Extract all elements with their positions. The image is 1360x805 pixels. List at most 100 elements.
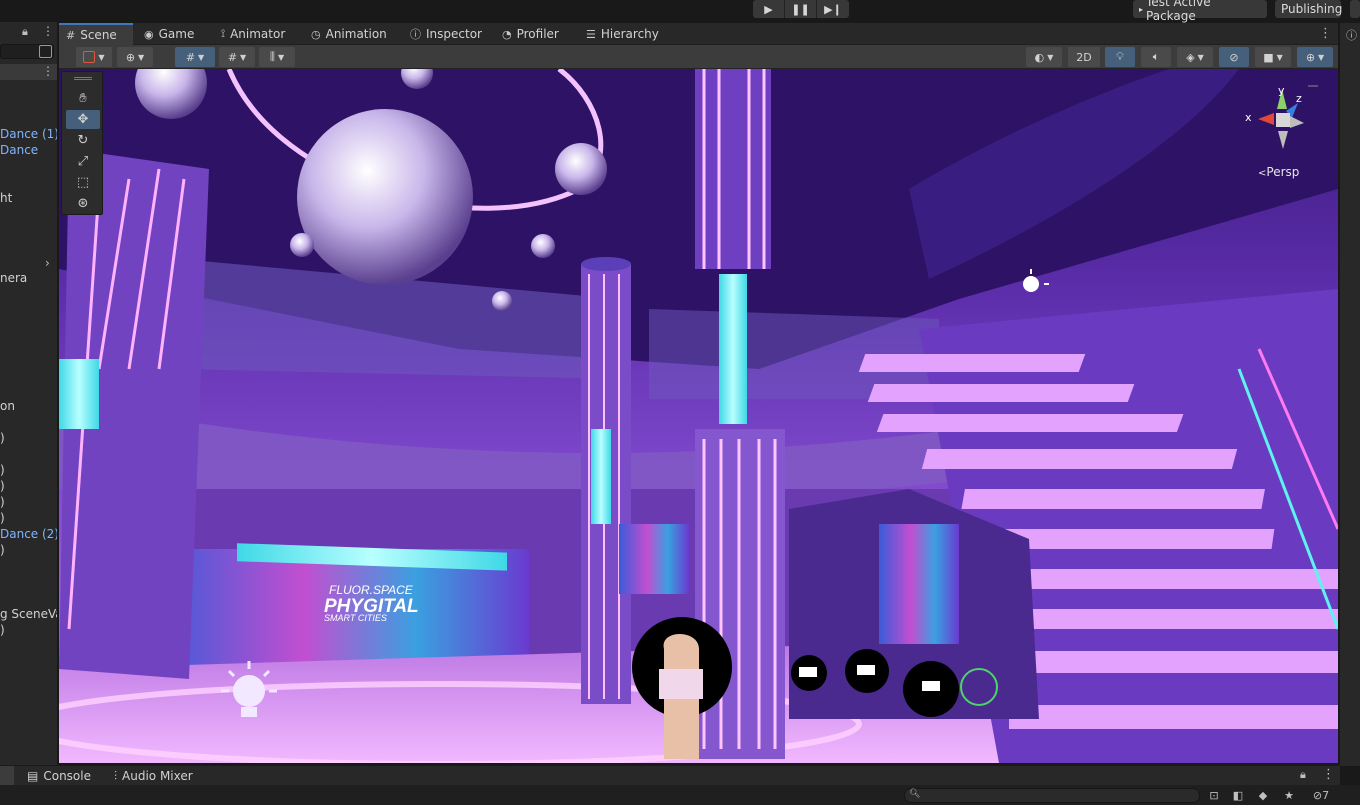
move-tool-button[interactable]: ✥ xyxy=(66,110,100,129)
hierarchy-item[interactable]: ) xyxy=(0,463,57,479)
search-options-icon[interactable] xyxy=(39,45,52,58)
clock-icon: ◷ xyxy=(311,27,321,41)
palette-drag-handle[interactable] xyxy=(74,77,92,80)
menu-dots-icon[interactable]: ⋮ xyxy=(1322,767,1335,782)
console-icon: ▤ xyxy=(27,769,39,783)
ruler-icon: ⫼ xyxy=(269,50,275,63)
sphere-icon: ◐ xyxy=(1034,50,1045,64)
play-button[interactable]: ▶ xyxy=(753,0,785,18)
hierarchy-item[interactable]: ) xyxy=(0,543,57,559)
star-icon[interactable]: ★ xyxy=(1281,787,1297,803)
eye-slash-icon: ⊘ xyxy=(1312,788,1323,802)
hierarchy-item[interactable]: on xyxy=(0,399,57,415)
chevron-right-icon[interactable]: › xyxy=(45,256,50,270)
global-local-dropdown[interactable]: ⊕ ▼ xyxy=(117,47,153,67)
status-search-input[interactable]: 🔍︎ xyxy=(904,788,1200,803)
hierarchy-item[interactable]: Dance xyxy=(0,143,57,159)
hierarchy-item[interactable]: ht xyxy=(0,191,57,207)
tab-inspector[interactable]: ⓘ Inspector xyxy=(403,23,489,45)
scene-viewport[interactable]: FLUOR.SPACE PHYGITAL SMART CITIES xyxy=(59,69,1338,763)
menu-dots-icon[interactable]: ⋮ xyxy=(42,24,54,38)
globe-icon: ⊕ xyxy=(125,50,136,64)
chevron-down-icon: ▼ xyxy=(1047,52,1054,62)
tab-audio-mixer[interactable]: ⫶ Audio Mixer xyxy=(114,766,193,786)
hierarchy-item[interactable]: ) xyxy=(0,623,57,639)
asset-type-icon[interactable]: ◧ xyxy=(1230,787,1246,803)
tab-game[interactable]: ◉ Game xyxy=(137,23,201,45)
ruler-dropdown[interactable]: ⫼ ▼ xyxy=(259,47,295,67)
hierarchy-scene-row[interactable]: ⋮ xyxy=(0,64,57,80)
tab-animator[interactable]: ⟟ Animator xyxy=(214,23,292,45)
hierarchy-item[interactable]: ) xyxy=(0,479,57,495)
tab-console[interactable]: ▤ Console xyxy=(27,766,91,786)
gizmo-y-label: y xyxy=(1278,84,1285,97)
menu-dots-icon[interactable]: ⋮ xyxy=(42,64,54,78)
audio-toggle[interactable]: 🔈︎ xyxy=(1141,47,1171,67)
lighting-toggle[interactable]: 💡︎ xyxy=(1105,47,1135,67)
hierarchy-item[interactable]: nera xyxy=(0,271,57,287)
label-tag-icon[interactable]: ◆ xyxy=(1255,787,1271,803)
step-icon: ▶❙ xyxy=(824,2,842,16)
draw-mode-dropdown[interactable]: ▼ xyxy=(76,47,112,67)
test-active-package-button[interactable]: ▸ Test Active Package xyxy=(1133,0,1267,23)
chevron-down-icon: ▼ xyxy=(1318,52,1325,62)
hierarchy-item[interactable]: ) xyxy=(0,495,57,511)
play-controls: ▶ ❚❚ ▶❙ xyxy=(753,0,849,18)
left-pillar xyxy=(59,149,209,679)
pause-button[interactable]: ❚❚ xyxy=(785,0,817,18)
tab-profiler[interactable]: ◔ Profiler xyxy=(495,23,566,45)
hierarchy-item[interactable]: Dance (1) xyxy=(0,127,57,143)
incremental-snap-dropdown[interactable]: # ▼ xyxy=(219,47,255,67)
mode-2d-toggle[interactable]: 2D xyxy=(1068,47,1100,67)
persp-label: Persp xyxy=(1266,165,1300,179)
grid-icon: # xyxy=(66,28,76,42)
editor-tab-bar: # Scene ◉ Game ⟟ Animator ◷ Animation ⓘ … xyxy=(59,23,1338,45)
grid-snap-dropdown[interactable]: # ▼ xyxy=(175,47,215,67)
middle-pillar xyxy=(581,257,631,704)
info-icon[interactable]: ⓘ xyxy=(1346,27,1357,43)
overflow-button[interactable] xyxy=(1350,0,1360,18)
lock-icon[interactable]: 🔒︎ xyxy=(1300,768,1306,782)
publishing-button[interactable]: Publishing xyxy=(1275,0,1342,18)
tab-animation[interactable]: ◷ Animation xyxy=(304,23,394,45)
visibility-toggle[interactable]: ⊘ xyxy=(1219,47,1249,67)
hand-tool-button[interactable]: ✋︎ xyxy=(66,89,100,108)
gizmos-dropdown[interactable]: ⊕ ▼ xyxy=(1297,47,1333,67)
scene-render[interactable]: FLUOR.SPACE PHYGITAL SMART CITIES xyxy=(59,69,1338,763)
bottom-tab-bar: ▤ Console ⫶ Audio Mixer 🔒︎ ⋮ xyxy=(0,765,1340,786)
rect-tool-button[interactable]: ⬚ xyxy=(66,173,100,192)
tab-scene[interactable]: # Scene xyxy=(59,23,133,45)
tab-label: Animation xyxy=(325,27,387,41)
pause-icon: ❚❚ xyxy=(791,2,810,16)
tab-label: Animator xyxy=(230,27,286,41)
projection-toggle[interactable]: <Persp xyxy=(1258,165,1299,179)
scale-tool-button[interactable]: ⤢ xyxy=(66,152,100,171)
effects-dropdown[interactable]: ◈ ▼ xyxy=(1177,47,1213,67)
list-icon: ☰ xyxy=(586,27,596,41)
disco-ball xyxy=(290,233,314,257)
menu-dots-icon[interactable]: ⋮ xyxy=(1319,26,1332,41)
render-mode-dropdown[interactable]: ◐ ▼ xyxy=(1026,47,1062,67)
camera-dropdown[interactable]: ■ ▼ xyxy=(1255,47,1291,67)
hierarchy-item[interactable]: Dance (2) xyxy=(0,527,57,543)
hidden-count-badge[interactable]: ⊘ 7 xyxy=(1306,787,1336,803)
camera-icon: ■ xyxy=(1263,50,1274,64)
rotate-icon: ↻ xyxy=(77,133,89,148)
chevron-down-icon: ▼ xyxy=(277,52,285,62)
bottom-tab-stub[interactable] xyxy=(0,766,14,786)
step-button[interactable]: ▶❙ xyxy=(817,0,849,18)
tab-label: Audio Mixer xyxy=(122,769,193,783)
tab-label: Console xyxy=(43,769,91,783)
transform-tool-button[interactable]: ⊛ xyxy=(66,194,100,213)
animator-icon: ⟟ xyxy=(221,27,226,40)
hierarchy-item[interactable]: ) xyxy=(0,431,57,447)
shaded-icon xyxy=(83,51,96,63)
lock-icon[interactable]: 🔒︎ xyxy=(22,25,28,39)
rotate-tool-button[interactable]: ↻ xyxy=(66,131,100,150)
hand-icon: ✋︎ xyxy=(79,91,87,106)
hierarchy-item[interactable]: ) xyxy=(0,511,57,527)
hierarchy-item[interactable]: g SceneVa xyxy=(0,607,57,623)
hierarchy-panel: 🔒︎ ⋮ ⋮ Dance (1) Dance ht › nera on ) ) … xyxy=(0,22,57,766)
import-icon[interactable]: ⊡ xyxy=(1206,787,1222,803)
tab-hierarchy[interactable]: ☰ Hierarchy xyxy=(579,23,666,45)
